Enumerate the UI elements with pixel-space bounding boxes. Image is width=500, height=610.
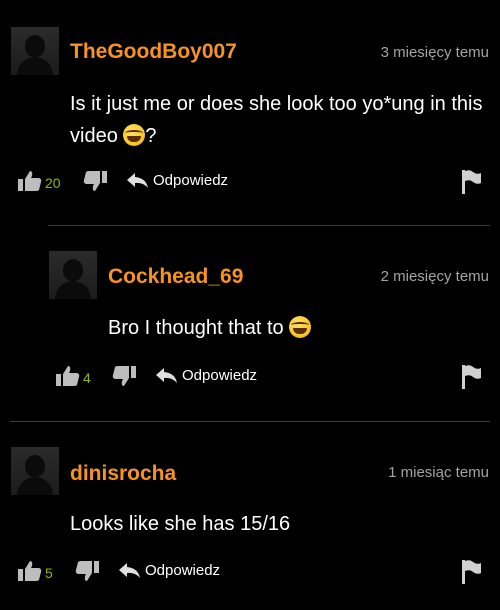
comment-text-line1: Is it just me or does she look too yo*un… [70, 93, 483, 115]
reply-button[interactable]: Odpowiedz [127, 172, 228, 189]
timestamp: 1 miesiąc temu [388, 464, 489, 481]
thumbs-down-icon[interactable] [112, 365, 136, 387]
avatar-head [25, 455, 45, 477]
thumbs-up-icon[interactable] [56, 365, 80, 387]
comment-text: Bro I thought that to [108, 312, 488, 344]
flag-icon[interactable] [462, 365, 482, 389]
timestamp: 3 miesięcy temu [380, 44, 489, 61]
like-count: 4 [83, 370, 91, 386]
avatar-body [17, 477, 53, 495]
comment-2: Cockhead_69 2 miesięcy temu Bro I though… [0, 226, 500, 421]
avatar[interactable] [49, 251, 97, 299]
flag-icon[interactable] [462, 560, 482, 584]
comment-1: TheGoodBoy007 3 miesięcy temu Is it just… [0, 0, 500, 225]
like-count: 20 [45, 175, 61, 191]
flag-icon[interactable] [462, 170, 482, 194]
reply-label: Odpowiedz [153, 172, 229, 189]
comment-actions: 4 Odpowiedz [0, 365, 500, 389]
reply-label: Odpowiedz [182, 367, 258, 384]
reply-label: Odpowiedz [145, 562, 221, 579]
avatar-head [63, 259, 83, 281]
reply-arrow-icon [156, 367, 177, 383]
avatar[interactable] [11, 447, 59, 495]
comment-text-line2: video [70, 125, 118, 147]
reply-button[interactable]: Odpowiedz [119, 562, 220, 579]
username[interactable]: dinisrocha [70, 462, 176, 486]
comment-text: Is it just me or does she look too yo*un… [70, 88, 490, 152]
comment-text-suffix: ? [145, 125, 157, 147]
avatar-body [17, 57, 53, 75]
comment-text-line1: Looks like she has 15/16 [70, 513, 291, 535]
thumbs-up-icon[interactable] [18, 560, 42, 582]
timestamp: 2 miesięcy temu [380, 268, 489, 285]
reply-button[interactable]: Odpowiedz [156, 367, 257, 384]
avatar-head [25, 35, 45, 57]
comment-actions: 20 Odpowiedz [0, 170, 500, 194]
laughing-emoji-icon [289, 316, 312, 338]
like-count: 5 [45, 565, 53, 581]
thumbs-up-icon[interactable] [18, 170, 42, 192]
reply-arrow-icon [119, 562, 140, 578]
avatar[interactable] [11, 27, 59, 75]
comment-actions: 5 Odpowiedz [0, 560, 500, 584]
comment-text-line1: Bro I thought that to [108, 317, 284, 339]
username[interactable]: Cockhead_69 [108, 265, 243, 289]
username[interactable]: TheGoodBoy007 [70, 40, 237, 64]
comment-text: Looks like she has 15/16 [70, 508, 490, 540]
laughing-emoji-icon [123, 124, 146, 146]
reply-arrow-icon [127, 172, 148, 188]
comment-3: dinisrocha 1 miesiąc temu Looks like she… [0, 422, 500, 610]
avatar-body [55, 281, 91, 299]
thumbs-down-icon[interactable] [75, 560, 99, 582]
thumbs-down-icon[interactable] [83, 170, 107, 192]
